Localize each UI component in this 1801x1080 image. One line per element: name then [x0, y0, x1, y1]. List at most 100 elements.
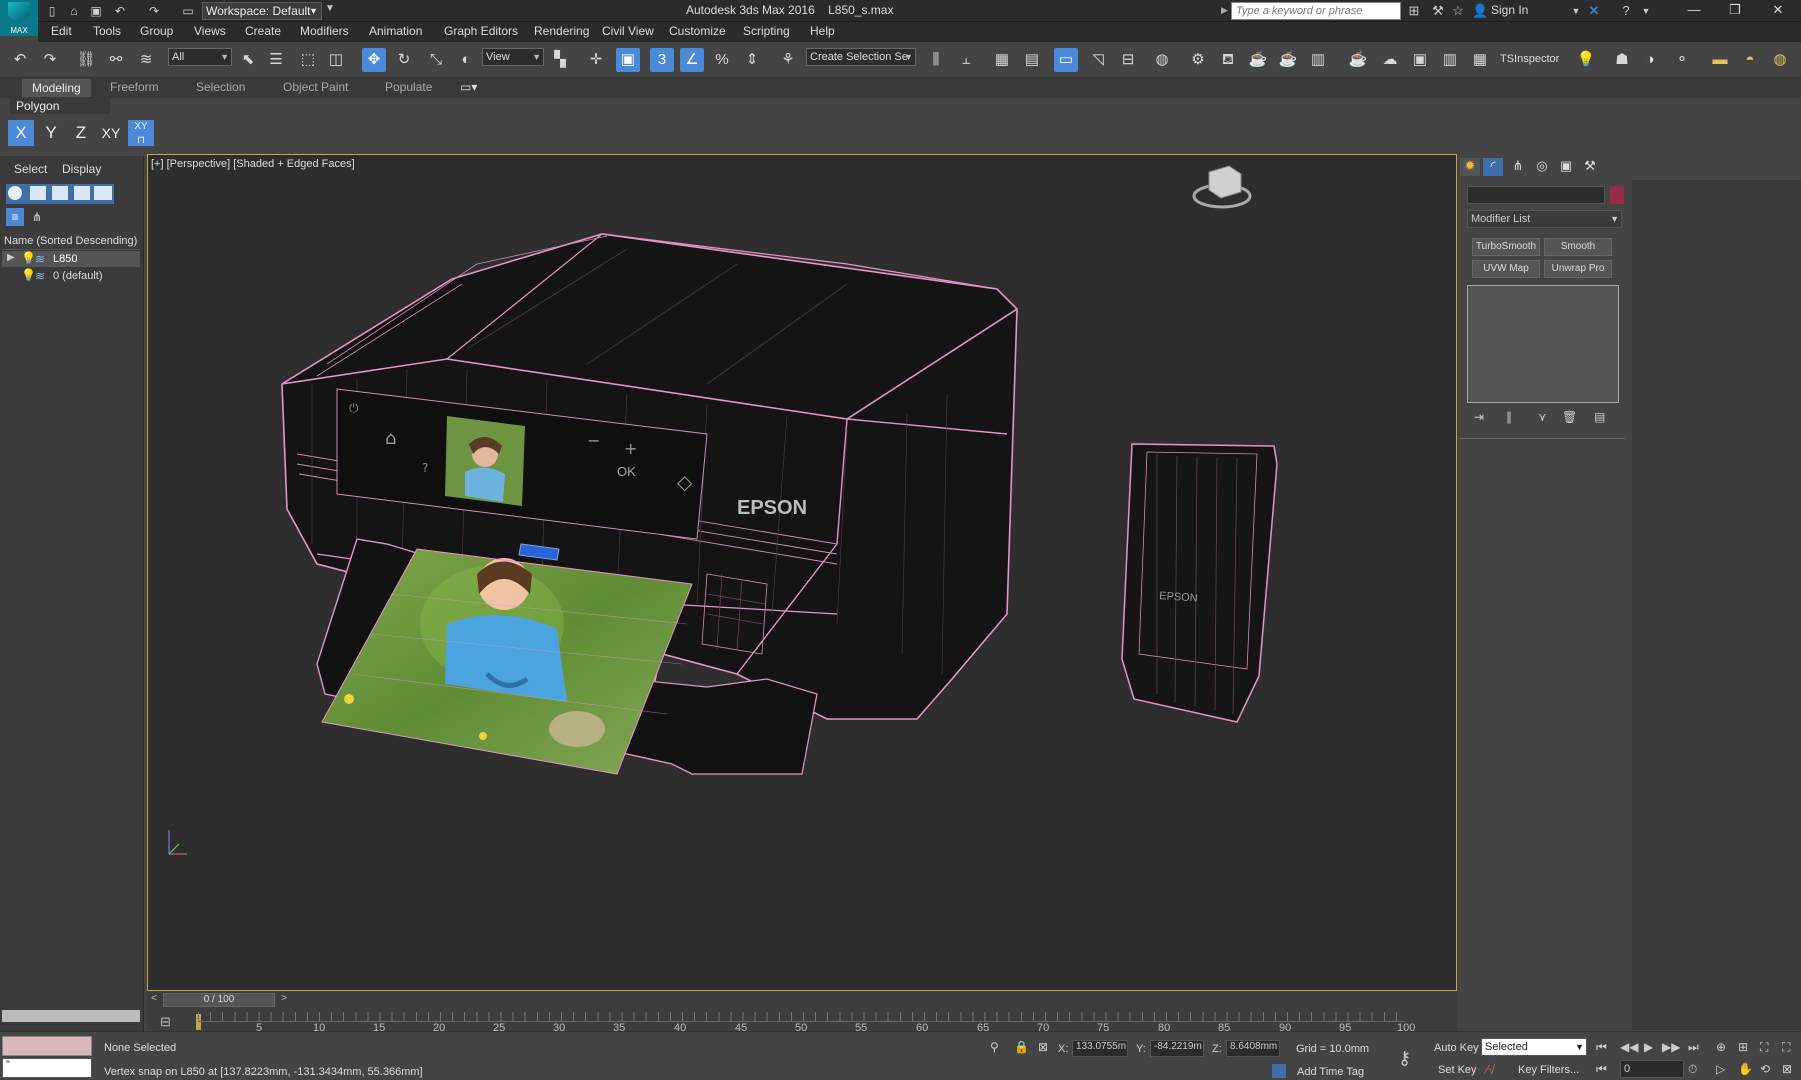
- sky-dome-icon[interactable]: ◓: [1738, 48, 1762, 72]
- polygon-modeling-panel[interactable]: Polygon Modeling: [10, 98, 110, 129]
- align-icon[interactable]: ⫠: [954, 48, 978, 72]
- pivot-center-icon[interactable]: ▚: [548, 48, 572, 72]
- make-unique-icon[interactable]: ⋎: [1538, 410, 1547, 424]
- toggle-ribbon-icon[interactable]: ▭: [1054, 48, 1078, 72]
- favorites-star-icon[interactable]: ☆: [1450, 3, 1466, 19]
- close-button[interactable]: ✕: [1755, 0, 1801, 22]
- snaps-toggle-icon[interactable]: 3: [650, 48, 674, 72]
- search-input[interactable]: Type a keyword or phrase: [1231, 2, 1401, 20]
- ts-inspector-button[interactable]: TSInspector: [1500, 53, 1559, 65]
- motion-tab-icon[interactable]: ◎: [1532, 158, 1552, 176]
- scene-tab-select[interactable]: Select: [14, 162, 47, 176]
- object-name-field[interactable]: [1467, 186, 1605, 204]
- signin-caret-icon[interactable]: ▼: [1568, 3, 1584, 19]
- open-file-icon[interactable]: ⌂: [66, 3, 82, 19]
- render-iterative-icon[interactable]: ☕: [1276, 48, 1300, 72]
- help-icon[interactable]: ?: [1618, 3, 1634, 19]
- unlink-icon[interactable]: ⚯: [104, 48, 128, 72]
- time-config-icon[interactable]: ⏱: [1688, 1062, 1697, 1077]
- tab-object-paint[interactable]: Object Paint: [283, 80, 348, 94]
- tab-freeform[interactable]: Freeform: [110, 80, 159, 94]
- modify-tab-icon[interactable]: ◜: [1483, 158, 1503, 176]
- select-move-icon[interactable]: ✥: [362, 48, 386, 72]
- rig-icon[interactable]: ☗: [1610, 48, 1634, 72]
- sphere-light-icon[interactable]: ◍: [1768, 48, 1792, 72]
- shape-filter-icon[interactable]: [30, 186, 46, 200]
- zoom-all-icon[interactable]: ⊞: [1738, 1040, 1748, 1054]
- pin-stack-icon[interactable]: ⇥: [1474, 410, 1484, 424]
- menu-tools[interactable]: Tools: [93, 24, 121, 38]
- orbit-icon[interactable]: ◑: [1638, 48, 1662, 72]
- select-rotate-icon[interactable]: ↻: [392, 48, 416, 72]
- zoom-extents-icon[interactable]: ⛶: [1760, 1040, 1768, 1055]
- ribbon-options-icon[interactable]: ▭▾: [460, 80, 477, 94]
- restore-button[interactable]: ❐: [1712, 0, 1758, 22]
- expand-arrow-icon[interactable]: ▶: [7, 252, 15, 263]
- axis-xy-cap-button[interactable]: XY ⊓: [128, 120, 154, 146]
- z-coord-field[interactable]: 8.6408mm: [1226, 1040, 1280, 1057]
- menu-graph-editors[interactable]: Graph Editors: [444, 24, 518, 38]
- key-filters-button[interactable]: Key Filters...: [1518, 1064, 1579, 1076]
- maxscript-listener-input[interactable]: ": [2, 1058, 92, 1078]
- undo-button[interactable]: ↶: [8, 48, 32, 72]
- tab-modeling[interactable]: Modeling: [22, 79, 91, 97]
- absolute-mode-icon[interactable]: ⊠: [1038, 1040, 1048, 1054]
- cloud-render-icon[interactable]: ☁: [1378, 48, 1402, 72]
- view-cube[interactable]: [1192, 165, 1252, 209]
- previous-frame-icon[interactable]: ◀◀: [1620, 1040, 1638, 1054]
- exchange-apps-icon[interactable]: ✕: [1586, 3, 1602, 19]
- layer-manager-icon[interactable]: ▦: [990, 48, 1014, 72]
- menu-civil-view[interactable]: Civil View: [602, 24, 654, 38]
- display-tab-icon[interactable]: ▣: [1556, 158, 1576, 176]
- next-frame-icon[interactable]: ▶▶: [1662, 1040, 1680, 1054]
- named-selection-dropdown[interactable]: Create Selection Se ▼: [806, 48, 916, 66]
- set-key-icon[interactable]: ⁄√: [1486, 1062, 1495, 1077]
- set-key-button[interactable]: Set Key: [1438, 1064, 1477, 1076]
- search-arrow-icon[interactable]: ▶: [1221, 5, 1228, 16]
- panel-icon[interactable]: ▥: [1438, 48, 1462, 72]
- go-to-start-icon[interactable]: ⏮: [1596, 1040, 1607, 1055]
- key-icon[interactable]: ⚷: [1398, 1048, 1411, 1069]
- light-filter-icon[interactable]: [52, 186, 68, 200]
- add-time-tag-button[interactable]: Add Time Tag: [1297, 1066, 1364, 1078]
- current-frame-field[interactable]: 0: [1620, 1060, 1684, 1078]
- mirror-icon[interactable]: ⫼: [924, 48, 948, 72]
- modifier-stack-list[interactable]: [1467, 285, 1619, 403]
- field-of-view-icon[interactable]: ▷: [1716, 1062, 1725, 1076]
- manipulate-icon[interactable]: ✛: [584, 48, 608, 72]
- sign-in-button[interactable]: Sign In: [1491, 3, 1528, 17]
- select-place-icon[interactable]: ◐: [454, 48, 478, 72]
- select-by-name-icon[interactable]: ☰: [264, 48, 288, 72]
- redo-icon[interactable]: ↷: [146, 3, 162, 19]
- render-cloud-icon[interactable]: ▥: [1306, 48, 1330, 72]
- menu-views[interactable]: Views: [194, 24, 226, 38]
- pan-view-icon[interactable]: ✋: [1738, 1062, 1753, 1076]
- menu-group[interactable]: Group: [140, 24, 173, 38]
- menu-scripting[interactable]: Scripting: [743, 24, 790, 38]
- menu-modifiers[interactable]: Modifiers: [300, 24, 349, 38]
- show-end-result-icon[interactable]: ∥: [1506, 410, 1512, 424]
- smooth-button[interactable]: Smooth: [1544, 238, 1612, 256]
- scene-tab-display[interactable]: Display: [62, 162, 101, 176]
- a360-gallery-icon[interactable]: ▣: [1408, 48, 1432, 72]
- project-folder-icon[interactable]: ▭: [180, 3, 196, 19]
- edit-named-selection-icon[interactable]: ⚘: [776, 48, 800, 72]
- orbit-view-icon[interactable]: ⟲: [1760, 1062, 1770, 1076]
- subscription-icon[interactable]: ⚒: [1430, 3, 1446, 19]
- bind-spacewarp-icon[interactable]: ≋: [134, 48, 158, 72]
- select-object-icon[interactable]: ⬉: [236, 48, 260, 72]
- time-ruler[interactable]: [198, 1012, 1405, 1022]
- sun-icon[interactable]: ▬: [1708, 48, 1732, 72]
- time-slider-thumb[interactable]: 0 / 100: [163, 993, 275, 1007]
- utilities-tab-icon[interactable]: ⚒: [1580, 158, 1600, 176]
- scene-column-header[interactable]: Name (Sorted Descending): [2, 232, 140, 250]
- curve-editor-icon[interactable]: ◹: [1086, 48, 1110, 72]
- key-mode-dropdown[interactable]: Selected ▼: [1481, 1038, 1587, 1056]
- go-to-end-icon[interactable]: ⏭: [1688, 1040, 1699, 1055]
- zoom-extents-all-icon[interactable]: ⛶: [1782, 1040, 1790, 1055]
- axis-z-button[interactable]: Z: [68, 120, 94, 146]
- minimize-button[interactable]: —: [1671, 0, 1717, 22]
- object-color-swatch[interactable]: [1610, 186, 1624, 204]
- axis-y-button[interactable]: Y: [38, 120, 64, 146]
- window-crossing-icon[interactable]: ◫: [324, 48, 348, 72]
